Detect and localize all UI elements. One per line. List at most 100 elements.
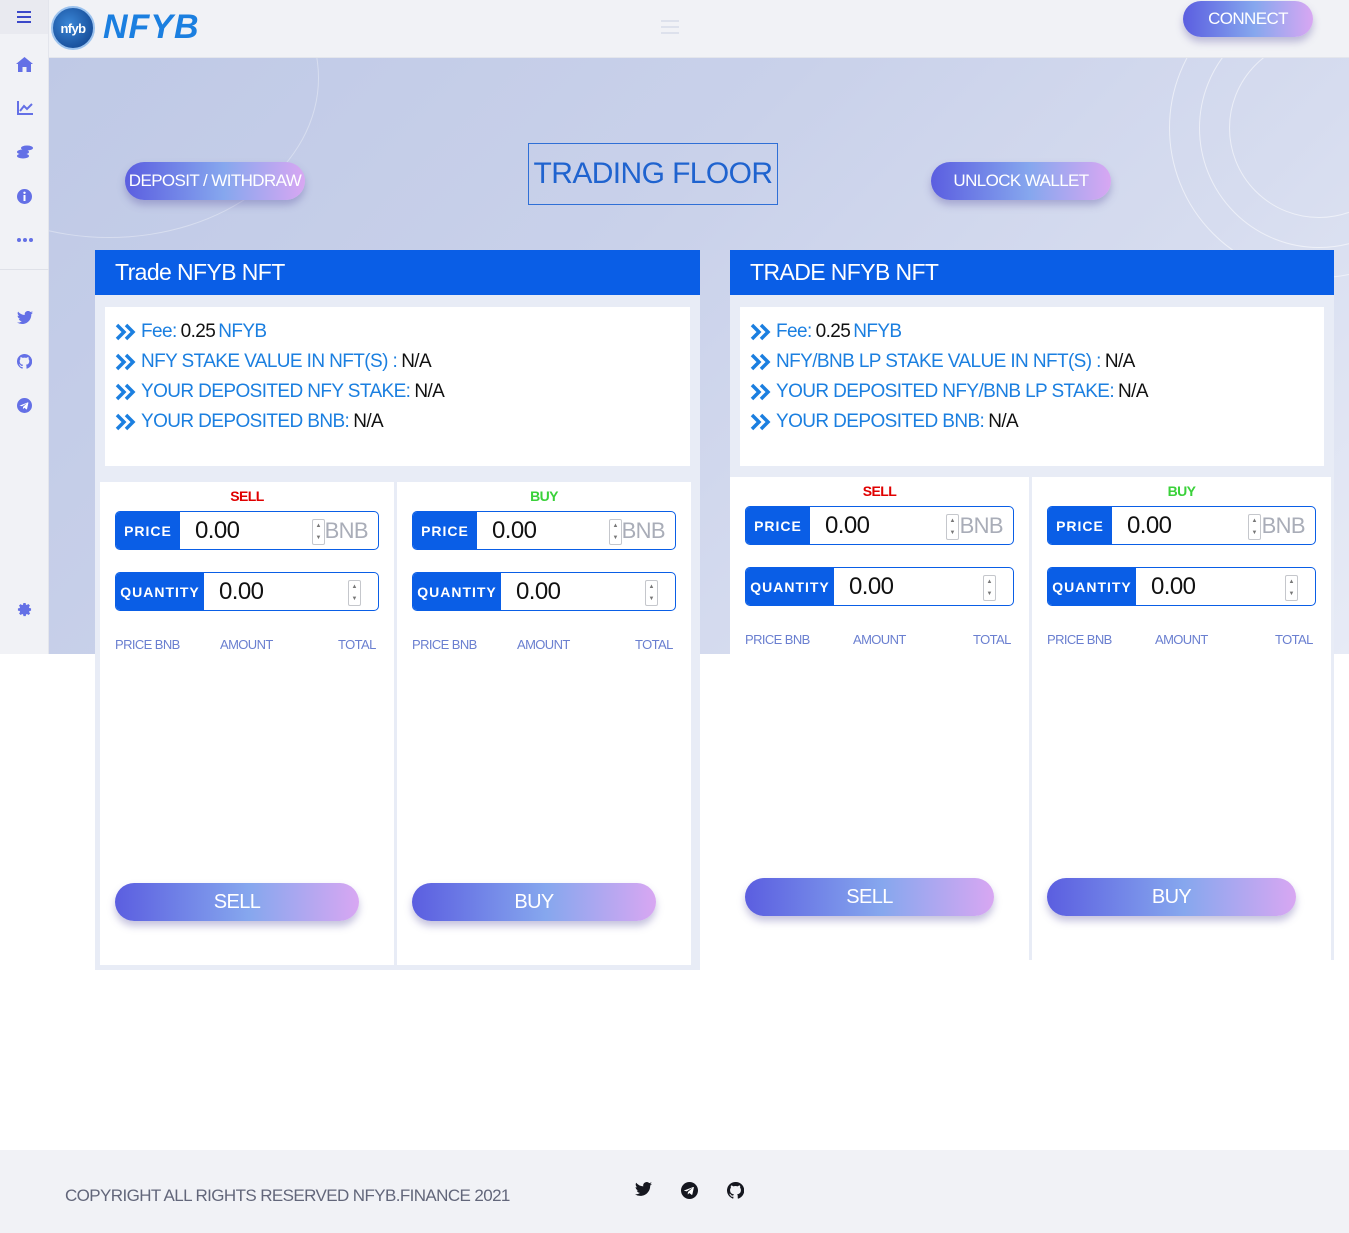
info-value: N/A <box>401 351 432 372</box>
info-deposited-stake: YOUR DEPOSITED NFY STAKE: N/A <box>115 377 690 407</box>
double-chevron-icon <box>115 323 136 341</box>
deposit-withdraw-button[interactable]: DEPOSIT / WITHDRAW <box>125 162 305 200</box>
price-input[interactable]: 0.00 <box>492 512 537 549</box>
stepper-up-icon[interactable]: ▲ <box>613 520 619 532</box>
buy-column: BUY PRICE 0.00 ▲ ▼ BNB QUANTITY 0.00 ▲ ▼ P… <box>397 482 691 965</box>
buy-button[interactable]: BUY <box>1047 878 1296 916</box>
sell-quantity-field[interactable]: QUANTITY 0.00 ▲ ▼ <box>115 572 379 611</box>
sell-button[interactable]: SELL <box>745 878 994 916</box>
footer-telegram-link[interactable] <box>681 1182 699 1200</box>
stepper-down-icon[interactable]: ▼ <box>1289 588 1295 600</box>
buy-quantity-field[interactable]: QUANTITY 0.00 ▲ ▼ <box>412 572 676 611</box>
stepper-down-icon[interactable]: ▼ <box>613 532 619 544</box>
double-chevron-icon <box>750 413 771 431</box>
info-stake-value: NFY STAKE VALUE IN NFT(S) : N/A <box>115 347 690 377</box>
stepper-up-icon[interactable]: ▲ <box>649 581 655 593</box>
info-value: 0.25 <box>815 321 851 342</box>
chart-line-icon <box>16 101 33 115</box>
info-value: N/A <box>988 411 1019 432</box>
price-stepper[interactable]: ▲ ▼ <box>1248 514 1261 540</box>
column-header-amount: AMOUNT <box>1155 632 1208 647</box>
price-unit: BNB <box>621 517 666 543</box>
sidebar-item-coins[interactable] <box>0 142 49 162</box>
buy-title: BUY <box>530 488 558 504</box>
sidebar-item-info[interactable] <box>0 186 49 206</box>
column-header-amount: AMOUNT <box>853 632 906 647</box>
stepper-down-icon[interactable]: ▼ <box>987 588 993 600</box>
column-header-total: TOTAL <box>973 632 1011 647</box>
column-header-amount: AMOUNT <box>220 637 273 652</box>
quantity-stepper[interactable]: ▲ ▼ <box>645 580 658 606</box>
price-input[interactable]: 0.00 <box>1127 507 1172 544</box>
sell-button[interactable]: SELL <box>115 883 359 921</box>
buy-price-field[interactable]: PRICE 0.00 ▲ ▼ BNB <box>412 511 676 550</box>
header-menu-toggle[interactable] <box>661 20 679 39</box>
coins-icon <box>16 145 33 159</box>
sidebar-item-twitter[interactable] <box>0 307 49 327</box>
trade-panel-lp: TRADE NFYB NFT Fee: 0.25 NFYB NFY/BNB LP… <box>730 250 1334 960</box>
buy-price-field[interactable]: PRICE 0.00 ▲ ▼ BNB <box>1047 506 1316 545</box>
quantity-input[interactable]: 0.00 <box>849 568 894 605</box>
buy-quantity-field[interactable]: QUANTITY 0.00 ▲ ▼ <box>1047 567 1316 606</box>
price-input[interactable]: 0.00 <box>825 507 870 544</box>
info-label: NFY STAKE VALUE IN NFT(S) : <box>141 351 398 372</box>
unlock-wallet-button[interactable]: UNLOCK WALLET <box>931 162 1111 200</box>
buy-button[interactable]: BUY <box>412 883 656 921</box>
price-stepper[interactable]: ▲ ▼ <box>946 514 959 540</box>
panel-title: Trade NFYB NFT <box>95 250 700 295</box>
sell-column: SELL PRICE 0.00 ▲ ▼ BNB QUANTITY 0.00 ▲ ▼ … <box>730 477 1029 960</box>
quantity-input[interactable]: 0.00 <box>1151 568 1196 605</box>
sidebar-toggle[interactable] <box>0 0 48 34</box>
stepper-down-icon[interactable]: ▼ <box>649 593 655 605</box>
stepper-up-icon[interactable]: ▲ <box>316 520 322 532</box>
footer-twitter-link[interactable] <box>635 1182 653 1200</box>
sell-price-field[interactable]: PRICE 0.00 ▲ ▼ BNB <box>745 506 1014 545</box>
stepper-down-icon[interactable]: ▼ <box>950 527 956 539</box>
column-header-total: TOTAL <box>635 637 673 652</box>
sell-quantity-field[interactable]: QUANTITY 0.00 ▲ ▼ <box>745 567 1014 606</box>
trade-panel-nfy: Trade NFYB NFT Fee: 0.25 NFYB NFY STAKE … <box>95 250 700 970</box>
menu-icon[interactable] <box>17 11 31 23</box>
sidebar-item-settings[interactable] <box>0 599 49 619</box>
column-header-amount: AMOUNT <box>517 637 570 652</box>
stepper-down-icon[interactable]: ▼ <box>1252 527 1258 539</box>
telegram-icon <box>681 1182 698 1199</box>
price-input[interactable]: 0.00 <box>195 512 240 549</box>
stepper-down-icon[interactable]: ▼ <box>316 532 322 544</box>
stepper-up-icon[interactable]: ▲ <box>987 576 993 588</box>
info-label: YOUR DEPOSITED BNB: <box>141 411 350 432</box>
buy-title: BUY <box>1167 483 1196 499</box>
buy-column: BUY PRICE 0.00 ▲ ▼ BNB QUANTITY 0.00 ▲ ▼ P… <box>1032 477 1331 960</box>
sidebar-item-home[interactable] <box>0 54 49 74</box>
stepper-up-icon[interactable]: ▲ <box>950 515 956 527</box>
sidebar-item-more[interactable] <box>0 230 49 250</box>
sidebar-item-chart[interactable] <box>0 98 49 118</box>
info-value: N/A <box>414 381 445 402</box>
sidebar-item-github[interactable] <box>0 351 49 371</box>
footer-github-link[interactable] <box>726 1181 745 1200</box>
sell-price-field[interactable]: PRICE 0.00 ▲ ▼ BNB <box>115 511 379 550</box>
sidebar-item-telegram[interactable] <box>0 395 49 415</box>
price-label: PRICE <box>746 507 810 544</box>
stepper-up-icon[interactable]: ▲ <box>352 581 358 593</box>
price-stepper[interactable]: ▲ ▼ <box>312 519 325 545</box>
stepper-up-icon[interactable]: ▲ <box>1252 515 1258 527</box>
connect-button[interactable]: CONNECT <box>1183 1 1313 37</box>
quantity-input[interactable]: 0.00 <box>516 573 561 610</box>
panel-info-box: Fee: 0.25 NFYB NFY STAKE VALUE IN NFT(S)… <box>105 307 690 466</box>
quantity-stepper[interactable]: ▲ ▼ <box>983 575 996 601</box>
logo-text[interactable]: NFYB <box>103 8 200 47</box>
price-unit: BNB <box>324 517 369 543</box>
double-chevron-icon <box>115 383 136 401</box>
info-fee: Fee: 0.25 NFYB <box>115 317 690 347</box>
quantity-stepper[interactable]: ▲ ▼ <box>1285 575 1298 601</box>
stepper-up-icon[interactable]: ▲ <box>1289 576 1295 588</box>
quantity-input[interactable]: 0.00 <box>219 573 264 610</box>
stepper-down-icon[interactable]: ▼ <box>352 593 358 605</box>
info-deposited-stake: YOUR DEPOSITED NFY/BNB LP STAKE: N/A <box>750 377 1324 407</box>
quantity-stepper[interactable]: ▲ ▼ <box>348 580 361 606</box>
price-stepper[interactable]: ▲ ▼ <box>609 519 622 545</box>
hamburger-icon <box>661 20 679 34</box>
logo-mark[interactable]: nfyb <box>51 6 95 50</box>
column-header-total: TOTAL <box>1275 632 1313 647</box>
